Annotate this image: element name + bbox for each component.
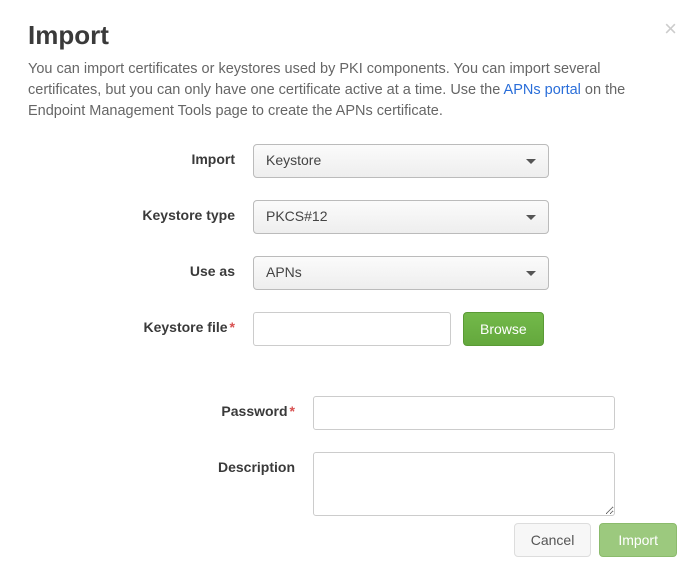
dialog-description: You can import certificates or keystores…: [28, 59, 668, 122]
row-keystore-type: Keystore type PKCS#12: [28, 200, 671, 234]
description-textarea[interactable]: [313, 452, 615, 516]
row-keystore-file: Keystore file* Browse: [28, 312, 671, 346]
label-password: Password*: [28, 396, 313, 419]
cancel-button[interactable]: Cancel: [514, 523, 592, 557]
import-dialog: × Import You can import certificates or …: [0, 0, 699, 558]
label-use-as: Use as: [28, 256, 253, 279]
row-use-as: Use as APNs: [28, 256, 671, 290]
label-import: Import: [28, 144, 253, 167]
label-keystore-file-text: Keystore file: [144, 319, 228, 335]
select-keystore-type[interactable]: PKCS#12: [253, 200, 549, 234]
select-use-as[interactable]: APNs: [253, 256, 549, 290]
select-keystore-type-value: PKCS#12: [266, 208, 327, 224]
required-marker: *: [230, 319, 235, 335]
password-input[interactable]: [313, 396, 615, 430]
apns-portal-link[interactable]: APNs portal: [504, 82, 581, 98]
keystore-file-input[interactable]: [253, 312, 451, 346]
label-keystore-type: Keystore type: [28, 200, 253, 223]
chevron-down-icon: [526, 215, 536, 220]
required-marker: *: [290, 403, 295, 419]
label-description: Description: [28, 452, 313, 475]
browse-button[interactable]: Browse: [463, 312, 544, 346]
select-import-value: Keystore: [266, 152, 321, 168]
row-password: Password*: [28, 396, 671, 430]
row-import: Import Keystore: [28, 144, 671, 178]
chevron-down-icon: [526, 159, 536, 164]
dialog-footer: Cancel Import: [514, 523, 677, 557]
label-password-text: Password: [221, 403, 287, 419]
row-description: Description: [28, 452, 671, 516]
import-button[interactable]: Import: [599, 523, 677, 557]
dialog-title: Import: [28, 20, 671, 51]
select-use-as-value: APNs: [266, 264, 302, 280]
label-keystore-file: Keystore file*: [28, 312, 253, 335]
close-icon[interactable]: ×: [664, 18, 677, 40]
select-import[interactable]: Keystore: [253, 144, 549, 178]
chevron-down-icon: [526, 271, 536, 276]
